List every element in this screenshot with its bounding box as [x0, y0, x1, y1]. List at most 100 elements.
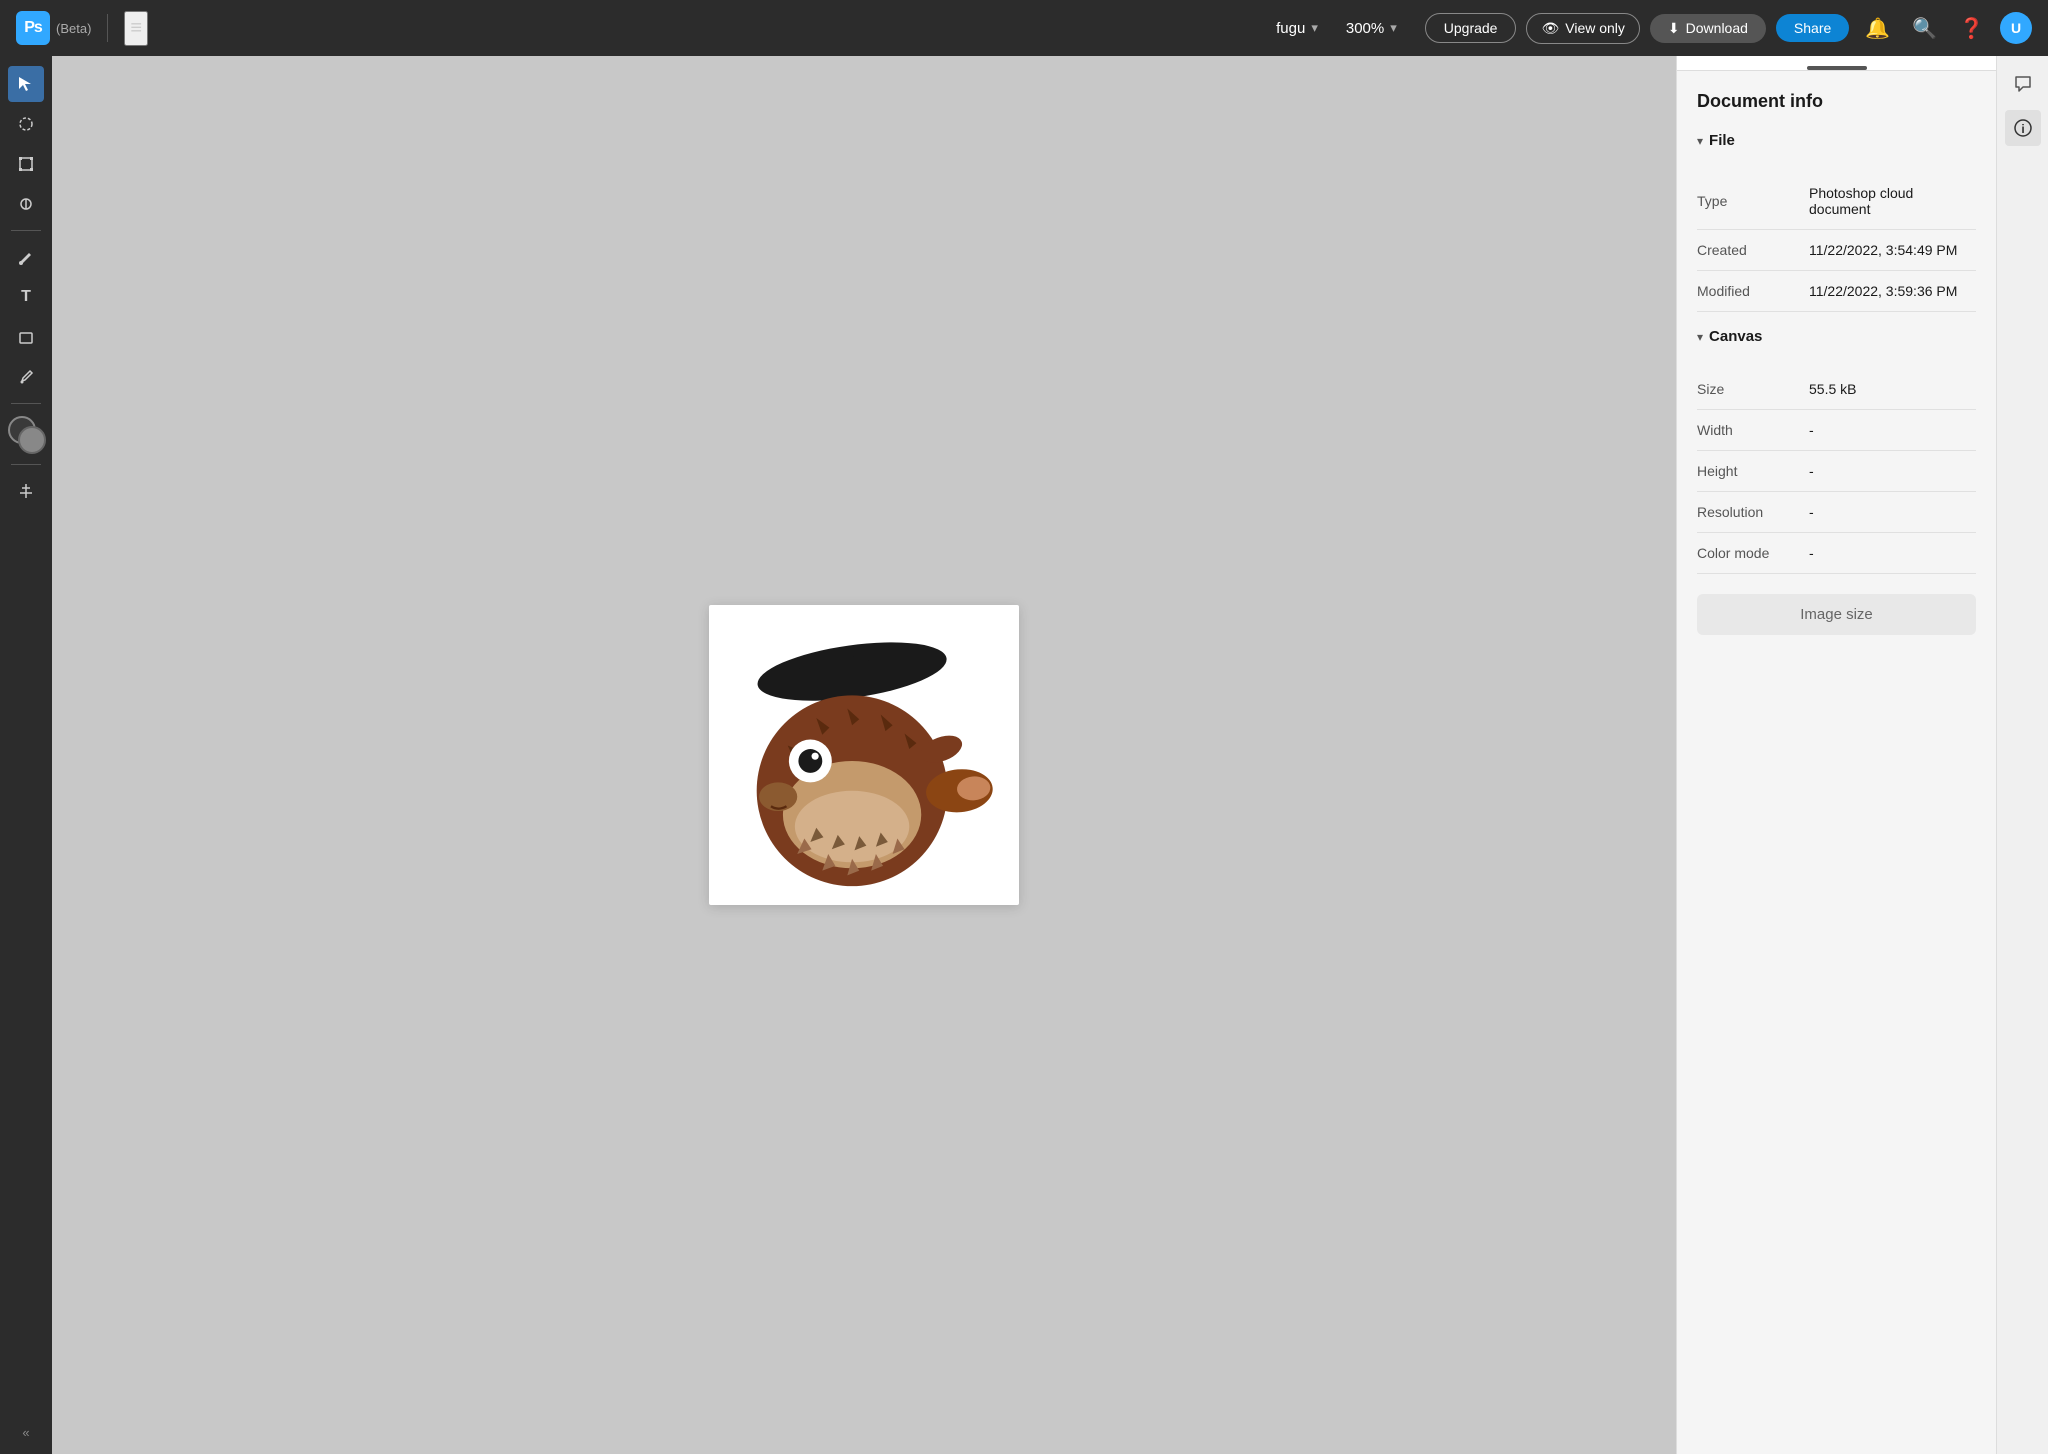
type-info-row: Type Photoshop cloud document	[1697, 173, 1976, 230]
lasso-tool-button[interactable]	[8, 106, 44, 142]
eyedropper-tool-button[interactable]	[8, 359, 44, 395]
filename-text: fugu	[1276, 20, 1305, 37]
info-icon: i	[2013, 118, 2033, 138]
file-section-header[interactable]: ▾ File	[1697, 132, 1976, 157]
document-info-panel: Document info ▾ File Type Photoshop clou…	[1676, 56, 1996, 1454]
modified-info-row: Modified 11/22/2022, 3:59:36 PM	[1697, 271, 1976, 312]
zoom-control[interactable]: 300% ▾	[1346, 20, 1397, 37]
eye-icon: 👁	[1541, 20, 1559, 37]
resolution-label: Resolution	[1697, 504, 1797, 520]
share-button[interactable]: Share	[1776, 14, 1849, 42]
height-value: -	[1809, 463, 1814, 479]
panel-title: Document info	[1697, 91, 1976, 112]
download-button[interactable]: ⬇ Download	[1650, 14, 1766, 43]
main-area: T «	[0, 56, 2048, 1454]
width-label: Width	[1697, 422, 1797, 438]
svg-text:i: i	[2021, 122, 2024, 136]
left-toolbar: T «	[0, 56, 52, 1454]
app-logo: Ps (Beta)	[16, 11, 91, 45]
height-info-row: Height -	[1697, 451, 1976, 492]
toolbar-divider-2	[11, 403, 41, 404]
panel-tabs	[1677, 56, 1996, 71]
toolbar-divider-1	[11, 230, 41, 231]
app-header: Ps (Beta) ≡ fugu ▾ 300% ▾ Upgrade 👁 View…	[0, 0, 2048, 56]
canvas-area[interactable]	[52, 56, 1676, 1454]
color-selector[interactable]	[8, 416, 44, 452]
width-info-row: Width -	[1697, 410, 1976, 451]
eyedropper-icon	[17, 368, 35, 386]
bell-icon: 🔔	[1865, 18, 1890, 40]
ps-icon: Ps	[16, 11, 50, 45]
help-button[interactable]: ❓	[1953, 12, 1990, 45]
height-label: Height	[1697, 463, 1797, 479]
size-label: Size	[1697, 381, 1797, 397]
heal-icon	[17, 195, 35, 213]
shape-tool-button[interactable]	[8, 319, 44, 355]
size-info-row: Size 55.5 kB	[1697, 369, 1976, 410]
canvas-section-chevron-icon: ▾	[1697, 330, 1703, 344]
file-section-title: File	[1709, 132, 1735, 149]
select-tool-button[interactable]	[8, 66, 44, 102]
zoom-value: 300%	[1346, 20, 1384, 37]
search-button[interactable]: 🔍	[1906, 12, 1943, 45]
resolution-value: -	[1809, 504, 1814, 520]
shape-icon	[17, 328, 35, 346]
text-icon: T	[21, 288, 31, 306]
canvas-document	[709, 605, 1019, 905]
help-icon: ❓	[1959, 18, 1984, 40]
panel-content: Document info ▾ File Type Photoshop clou…	[1677, 71, 1996, 1454]
heal-tool-button[interactable]	[8, 186, 44, 222]
created-value: 11/22/2022, 3:54:49 PM	[1809, 242, 1957, 258]
modified-value: 11/22/2022, 3:59:36 PM	[1809, 283, 1957, 299]
user-avatar[interactable]: U	[2000, 12, 2032, 44]
canvas-section-title: Canvas	[1709, 328, 1762, 345]
select-icon	[17, 75, 35, 93]
lasso-icon	[17, 115, 35, 133]
brush-tool-button[interactable]	[8, 239, 44, 275]
background-color[interactable]	[18, 426, 46, 454]
info-panel-button[interactable]: i	[2005, 110, 2041, 146]
download-label: Download	[1686, 20, 1748, 36]
download-icon: ⬇	[1668, 20, 1680, 37]
fugu-fish-image	[709, 605, 1019, 905]
header-actions: Upgrade 👁 View only ⬇ Download Share 🔔 🔍…	[1425, 12, 2032, 45]
panel-tab-indicator	[1807, 66, 1867, 70]
upgrade-button[interactable]: Upgrade	[1425, 13, 1517, 43]
file-section-chevron-icon: ▾	[1697, 134, 1703, 148]
comment-panel-button[interactable]	[2005, 66, 2041, 102]
transform-tool-button[interactable]	[8, 146, 44, 182]
header-divider-1	[107, 14, 108, 42]
beta-label: (Beta)	[56, 21, 91, 36]
right-icon-panel: i	[1996, 56, 2048, 1454]
adjust-icon	[17, 482, 35, 500]
brush-icon	[17, 248, 35, 266]
canvas-section-header[interactable]: ▾ Canvas	[1697, 328, 1976, 353]
size-value: 55.5 kB	[1809, 381, 1856, 397]
text-tool-button[interactable]: T	[8, 279, 44, 315]
view-only-button[interactable]: 👁 View only	[1526, 13, 1639, 44]
toolbar-collapse-button[interactable]: «	[8, 1420, 44, 1444]
color-mode-label: Color mode	[1697, 545, 1797, 561]
color-mode-value: -	[1809, 545, 1814, 561]
filename-display[interactable]: fugu ▾	[1276, 20, 1318, 37]
width-value: -	[1809, 422, 1814, 438]
created-info-row: Created 11/22/2022, 3:54:49 PM	[1697, 230, 1976, 271]
created-label: Created	[1697, 242, 1797, 258]
hamburger-menu-button[interactable]: ≡	[124, 11, 148, 46]
image-size-button[interactable]: Image size	[1697, 594, 1976, 635]
modified-label: Modified	[1697, 283, 1797, 299]
color-mode-info-row: Color mode -	[1697, 533, 1976, 574]
search-icon: 🔍	[1912, 18, 1937, 40]
notifications-button[interactable]: 🔔	[1859, 12, 1896, 45]
resolution-info-row: Resolution -	[1697, 492, 1976, 533]
type-value: Photoshop cloud document	[1809, 185, 1976, 217]
comment-icon	[2013, 74, 2033, 94]
transform-icon	[17, 155, 35, 173]
zoom-chevron-icon: ▾	[1390, 20, 1397, 36]
toolbar-divider-3	[11, 464, 41, 465]
type-label: Type	[1697, 193, 1797, 209]
view-only-label: View only	[1565, 20, 1625, 36]
section-divider	[1697, 312, 1976, 328]
filename-chevron-icon: ▾	[1311, 20, 1318, 36]
adjust-tool-button[interactable]	[8, 473, 44, 509]
